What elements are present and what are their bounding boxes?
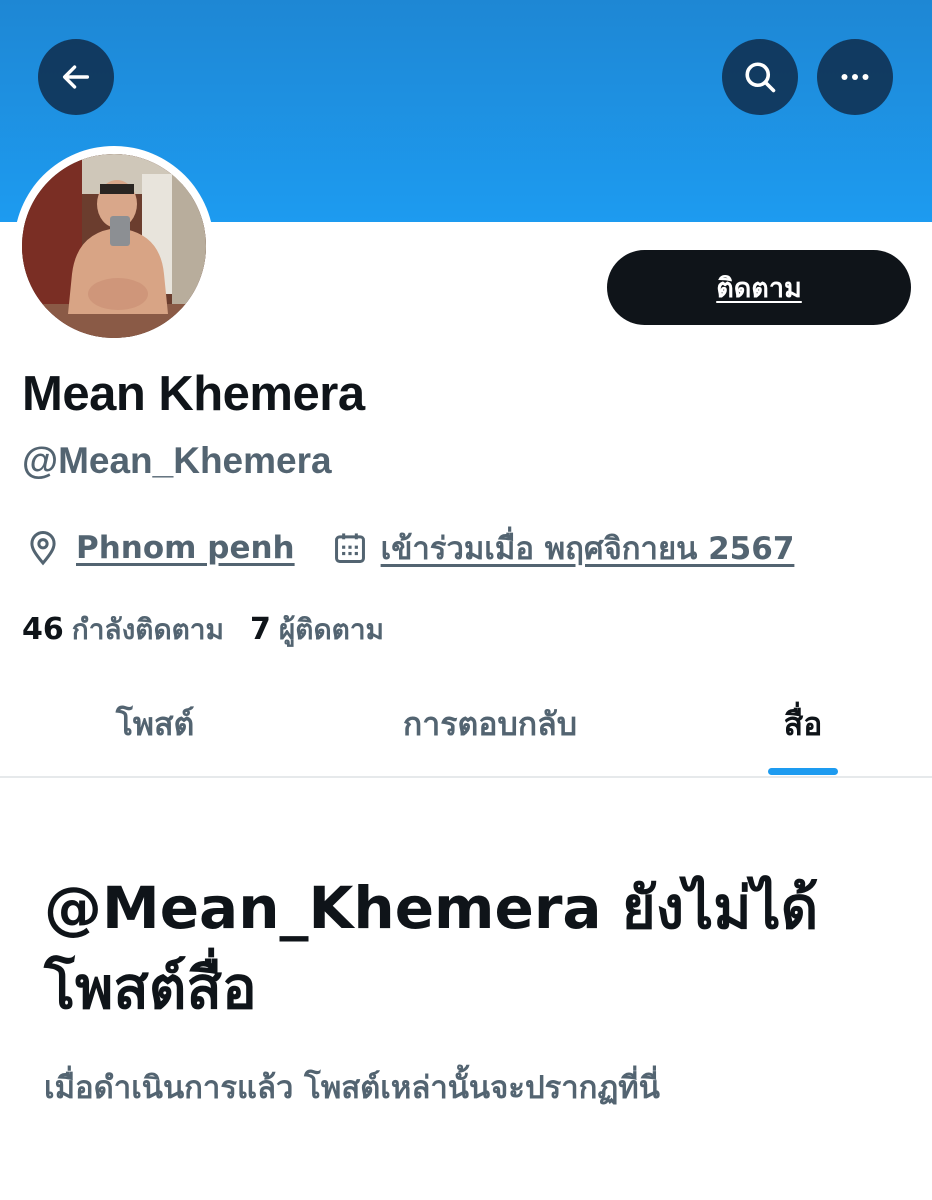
tab-posts[interactable]: โพสต์	[60, 672, 250, 776]
profile-meta: Phnom penh เข้าร่วมเมื่อ พฤศจิกายน 2567	[24, 524, 794, 572]
display-name: Mean Khemera	[22, 367, 365, 421]
followers-stat[interactable]: 7 ผู้ติดตาม	[250, 608, 384, 652]
joined-date-link[interactable]: เข้าร่วมเมื่อ พฤศจิกายน 2567	[381, 523, 795, 573]
empty-state-subtitle: เมื่อดำเนินการแล้ว โพสต์เหล่านั้นจะปรากฏ…	[44, 1070, 660, 1106]
follow-button[interactable]: ติดตาม	[607, 250, 911, 325]
following-count: 46	[22, 612, 64, 647]
location-pin-icon	[24, 529, 62, 567]
location-link[interactable]: Phnom penh	[76, 530, 295, 566]
followers-label: ผู้ติดตาม	[278, 613, 385, 646]
back-button[interactable]	[38, 39, 114, 115]
follow-stats: 46 กำลังติดตาม 7 ผู้ติดตาม	[22, 608, 384, 652]
followers-count: 7	[250, 612, 271, 647]
following-label: กำลังติดตาม	[71, 613, 224, 646]
empty-state-title: @Mean_Khemera ยังไม่ได้โพสต์สื่อ	[44, 874, 819, 1022]
avatar[interactable]	[14, 146, 214, 346]
tab-replies[interactable]: การตอบกลับ	[330, 672, 650, 776]
user-handle: @Mean_Khemera	[22, 440, 332, 481]
more-button[interactable]	[817, 39, 893, 115]
following-stat[interactable]: 46 กำลังติดตาม	[22, 608, 224, 652]
arrow-left-icon	[59, 60, 93, 94]
calendar-icon	[331, 529, 369, 567]
tab-media[interactable]: สื่อ	[740, 672, 866, 776]
search-icon	[742, 59, 778, 95]
profile-page: ติดตาม Mean Khemera @Mean_Khemera Phnom …	[0, 0, 932, 1200]
active-tab-indicator	[768, 768, 838, 775]
profile-tabs: โพสต์ การตอบกลับ สื่อ	[0, 672, 932, 778]
search-button[interactable]	[722, 39, 798, 115]
more-horizontal-icon	[837, 59, 873, 95]
avatar-image	[22, 154, 206, 338]
